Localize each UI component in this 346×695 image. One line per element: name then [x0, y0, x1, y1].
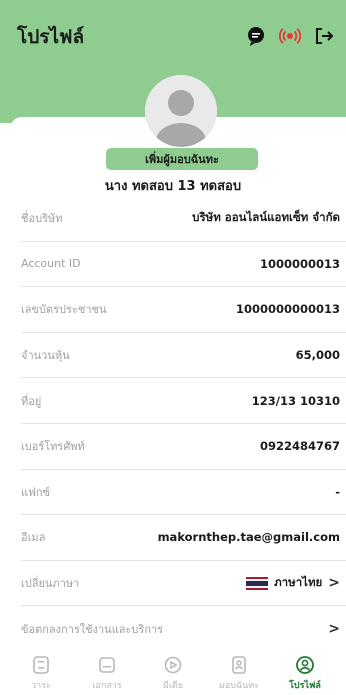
nav-label: เอกสาร	[92, 681, 122, 691]
nav-item-profile[interactable]: โปรไฟล์	[275, 654, 335, 692]
page-title: โปรไฟล์	[17, 26, 85, 48]
row-label: เบอร์โทรศัพท์	[21, 440, 85, 454]
media-icon	[162, 654, 184, 676]
nav-label: มีเดีย	[162, 681, 184, 691]
row-shares: จำนวนหุ้น 65,000	[21, 333, 346, 379]
profile-info-list: ชื่อบริษัท บริษัท ออนไลน์แอทเซ็ท จำกัด A…	[0, 196, 346, 652]
nav-label: วาระ	[31, 681, 51, 691]
language-label: ภาษาไทย	[274, 575, 323, 590]
chevron-right-icon: >	[328, 575, 340, 592]
language-selector[interactable]: เปลี่ยนภาษา ภาษาไทย >	[21, 561, 346, 607]
row-value: บริษัท ออนไลน์แอทเซ็ท จำกัด	[192, 210, 340, 225]
row-label: Account ID	[21, 257, 81, 271]
row-email: อีเมล makornthep.tae@gmail.com	[21, 515, 346, 561]
nav-item-proxy[interactable]: มอบฉันทะ	[209, 654, 269, 692]
logout-icon[interactable]	[312, 24, 336, 48]
row-value: -	[335, 484, 340, 499]
row-account-id: Account ID 1000000013	[21, 242, 346, 288]
nav-item-media[interactable]: มีเดีย	[143, 654, 203, 692]
row-label: แฟกซ์	[21, 485, 51, 499]
row-fax: แฟกซ์ -	[21, 470, 346, 516]
row-value: 123/13 10310	[251, 393, 340, 408]
row-value: 1000000000013	[235, 302, 340, 317]
row-value: 1000000013	[259, 256, 340, 271]
chat-icon[interactable]	[244, 24, 268, 48]
nav-item-documents[interactable]: เอกสาร	[77, 654, 137, 692]
proxy-icon	[228, 654, 250, 676]
row-id-card: เลขบัตรประชาชน 1000000000013	[21, 287, 346, 333]
row-value: 0922484767	[259, 439, 340, 454]
row-label: ชื่อบริษัท	[21, 212, 63, 226]
row-phone: เบอร์โทรศัพท์ 0922484767	[21, 424, 346, 470]
broadcast-icon[interactable]	[278, 24, 302, 48]
row-value: >	[328, 621, 340, 637]
document-icon	[96, 654, 118, 676]
row-label: จำนวนหุ้น	[21, 349, 70, 363]
row-label: ที่อยู่	[21, 394, 42, 408]
bottom-navigation: วาระ เอกสาร มีเดีย มอบฉันทะ โปรไฟล์	[0, 650, 346, 695]
user-name: นาง ทดสอบ 13 ทดสอบ	[104, 179, 242, 194]
row-company: ชื่อบริษัท บริษัท ออนไลน์แอทเซ็ท จำกัด	[21, 196, 346, 242]
row-label: เปลี่ยนภาษา	[21, 577, 80, 591]
language-value[interactable]: ภาษาไทย >	[246, 574, 340, 592]
thai-flag-icon	[246, 576, 269, 590]
row-value: 65,000	[295, 348, 340, 363]
nav-label: มอบฉันทะ	[218, 681, 260, 691]
terms-of-service-link[interactable]: ข้อตกลงการใช้งานและบริการ >	[21, 606, 346, 652]
row-label: อีเมล	[21, 531, 46, 545]
add-authorizer-button[interactable]: เพิ่มผู้มอบฉันทะ	[106, 148, 258, 170]
profile-icon	[294, 654, 316, 676]
row-label: เลขบัตรประชาชน	[21, 303, 107, 317]
agenda-icon	[30, 654, 52, 676]
nav-label: โปรไฟล์	[289, 681, 321, 691]
avatar[interactable]	[145, 75, 217, 147]
row-label: ข้อตกลงการใช้งานและบริการ	[21, 622, 164, 636]
nav-item-agenda[interactable]: วาระ	[11, 654, 71, 692]
row-address: ที่อยู่ 123/13 10310	[21, 378, 346, 424]
row-value: makornthep.tae@gmail.com	[157, 530, 340, 545]
header-actions	[244, 24, 336, 48]
chevron-right-icon: >	[328, 620, 340, 637]
